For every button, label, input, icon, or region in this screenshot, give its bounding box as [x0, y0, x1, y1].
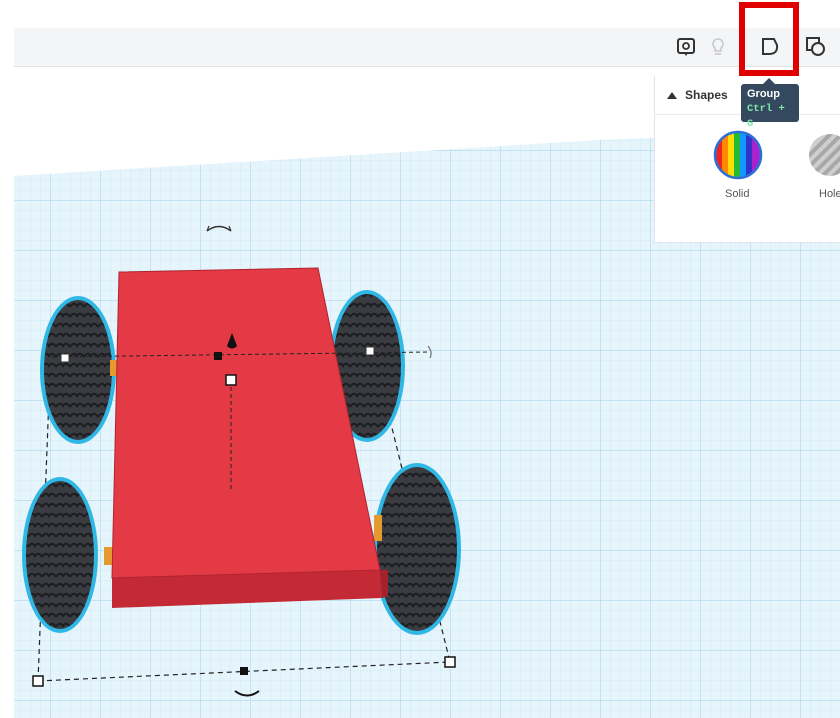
tooltip-title: Group — [747, 88, 780, 100]
wheel-rear-right[interactable] — [373, 463, 461, 635]
light-bulb-icon[interactable] — [704, 33, 732, 61]
handle-elevate[interactable] — [225, 374, 237, 386]
notes-icon[interactable] — [672, 33, 700, 61]
handle-center[interactable] — [214, 352, 222, 360]
striped-hole-icon — [809, 134, 840, 176]
handle-left[interactable] — [60, 353, 70, 363]
wheel-front-left[interactable] — [40, 296, 116, 444]
wheel-rear-left[interactable] — [22, 477, 98, 633]
ungroup-icon[interactable] — [802, 33, 830, 61]
handle-bottom-left[interactable] — [32, 675, 44, 687]
collapse-caret-icon[interactable] — [667, 92, 677, 99]
handle-bottom-mid[interactable] — [240, 667, 248, 675]
handle-bottom-right[interactable] — [444, 656, 456, 668]
handle-right[interactable] — [365, 346, 375, 356]
group-tooltip: Group Ctrl + G — [741, 78, 799, 130]
tooltip-shortcut: Ctrl + G — [747, 103, 785, 130]
rainbow-solid-icon — [713, 130, 763, 180]
shapes-panel-title: Shapes — [685, 88, 728, 102]
top-toolbar — [14, 28, 840, 67]
shape-hole[interactable] — [807, 132, 840, 178]
shape-solid[interactable] — [713, 130, 763, 180]
shape-hole-label: Hole — [819, 188, 840, 200]
shape-solid-label: Solid — [725, 188, 750, 200]
group-button-highlight — [739, 2, 799, 76]
